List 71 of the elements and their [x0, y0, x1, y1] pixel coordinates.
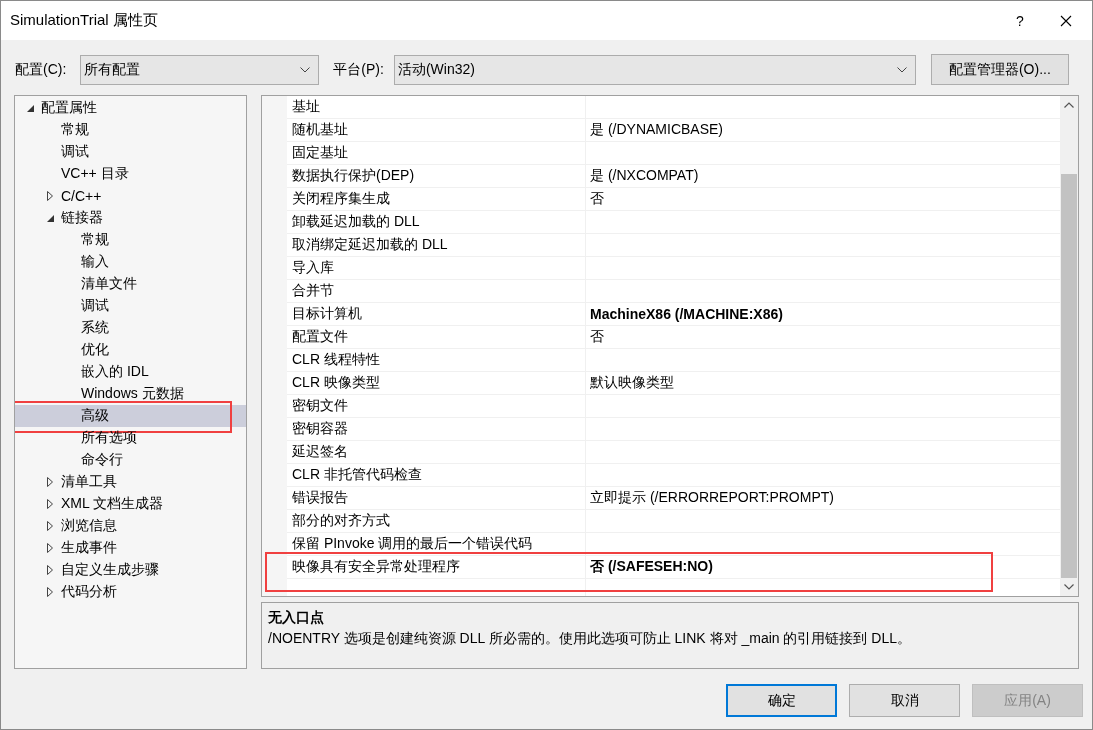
tree-item[interactable]: 生成事件 [15, 537, 246, 559]
close-icon [1060, 14, 1072, 27]
tree-item[interactable]: 输入 [15, 251, 246, 273]
property-row[interactable]: 取消绑定延迟加载的 DLL [287, 234, 1060, 257]
tree-item[interactable]: 常规 [15, 119, 246, 141]
property-row[interactable]: 固定基址 [287, 142, 1060, 165]
tree-item[interactable]: 配置属性 [15, 97, 246, 119]
tree-item[interactable]: 常规 [15, 229, 246, 251]
window-title: SimulationTrial 属性页 [10, 11, 158, 30]
property-row[interactable]: 导入库 [287, 257, 1060, 280]
description-title: 无入口点 [268, 608, 325, 627]
property-row[interactable]: 延迟签名 [287, 441, 1060, 464]
property-row[interactable]: 数据执行保护(DEP) 是 (/NXCOMPAT) [287, 165, 1060, 188]
tree-item[interactable]: 清单文件 [15, 273, 246, 295]
tree-item[interactable]: 浏览信息 [15, 515, 246, 537]
caret-right-icon[interactable] [47, 521, 53, 531]
caret-right-icon[interactable] [47, 191, 53, 201]
chevron-up-icon[interactable] [1064, 102, 1074, 108]
property-row[interactable]: 目标计算机 MachineX86 (/MACHINE:X86) [287, 303, 1060, 326]
property-row[interactable]: 配置文件 否 [287, 326, 1060, 349]
help-button[interactable]: ? [997, 1, 1043, 40]
tree-item[interactable]: 代码分析 [15, 581, 246, 603]
property-row[interactable]: 保留 PInvoke 调用的最后一个错误代码 [287, 533, 1060, 556]
property-row[interactable]: 关闭程序集生成 否 [287, 188, 1060, 211]
platform-label: 平台(P): [333, 60, 384, 79]
caret-right-icon[interactable] [47, 565, 53, 575]
chevron-down-icon [300, 66, 311, 73]
caret-right-icon[interactable] [47, 587, 53, 597]
dialog-button[interactable]: 取消 [849, 684, 960, 717]
description-text: /NOENTRY 选项是创建纯资源 DLL 所必需的。使用此选项可防止 LINK 将对 _main 的引用链接到 DLL。 [268, 629, 913, 648]
tree-item[interactable]: C/C++ [15, 185, 246, 207]
property-row[interactable]: 密钥容器 [287, 418, 1060, 441]
tree-item[interactable]: 高级 [15, 405, 246, 427]
tree-item[interactable]: 系统 [15, 317, 246, 339]
property-row[interactable]: 映像具有安全异常处理程序 否 (/SAFESEH:NO) [287, 556, 1060, 579]
caret-right-icon[interactable] [47, 499, 53, 509]
tree-item[interactable]: 优化 [15, 339, 246, 361]
configuration-manager-button[interactable]: 配置管理器(O)... [930, 54, 1069, 85]
scrollbar[interactable] [1060, 96, 1078, 596]
caret-right-icon[interactable] [47, 477, 53, 487]
dialog-button[interactable]: 确定 [726, 684, 837, 717]
property-row[interactable]: 部分的对齐方式 [287, 510, 1060, 533]
property-row[interactable]: CLR 线程特性 [287, 349, 1060, 372]
tree-item[interactable]: XML 文档生成器 [15, 493, 246, 515]
caret-down-icon[interactable] [47, 214, 54, 222]
configuration-label: 配置(C): [15, 60, 67, 79]
property-row[interactable]: 合并节 [287, 280, 1060, 303]
tree-item[interactable]: 清单工具 [15, 471, 246, 493]
caret-down-icon[interactable] [27, 104, 34, 112]
tree-item[interactable]: 所有选项 [15, 427, 246, 449]
scrollbar-thumb[interactable] [1061, 174, 1077, 578]
property-row[interactable]: 密钥文件 [287, 395, 1060, 418]
platform-dropdown[interactable]: 活动(Win32) [393, 54, 916, 85]
chevron-down-icon[interactable] [1064, 584, 1074, 590]
property-row[interactable]: 错误报告 立即提示 (/ERRORREPORT:PROMPT) [287, 487, 1060, 510]
property-row[interactable]: CLR 非托管代码检查 [287, 464, 1060, 487]
tree-item[interactable]: 调试 [15, 295, 246, 317]
tree-item[interactable]: 调试 [15, 141, 246, 163]
tree-item[interactable]: 嵌入的 IDL [15, 361, 246, 383]
configuration-dropdown[interactable]: 所有配置 [80, 54, 320, 85]
caret-right-icon[interactable] [47, 543, 53, 553]
property-row[interactable]: 卸载延迟加载的 DLL [287, 211, 1060, 234]
property-row[interactable]: 基址 [287, 96, 1060, 119]
tree-item[interactable]: 链接器 [15, 207, 246, 229]
tree-item[interactable]: VC++ 目录 [15, 163, 246, 185]
chevron-down-icon [896, 66, 907, 73]
tree-item[interactable]: 命令行 [15, 449, 246, 471]
tree-item[interactable]: 自定义生成步骤 [15, 559, 246, 581]
property-row[interactable]: CLR 映像类型 默认映像类型 [287, 372, 1060, 395]
property-row[interactable]: 随机基址 是 (/DYNAMICBASE) [287, 119, 1060, 142]
tree-item[interactable]: Windows 元数据 [15, 383, 246, 405]
